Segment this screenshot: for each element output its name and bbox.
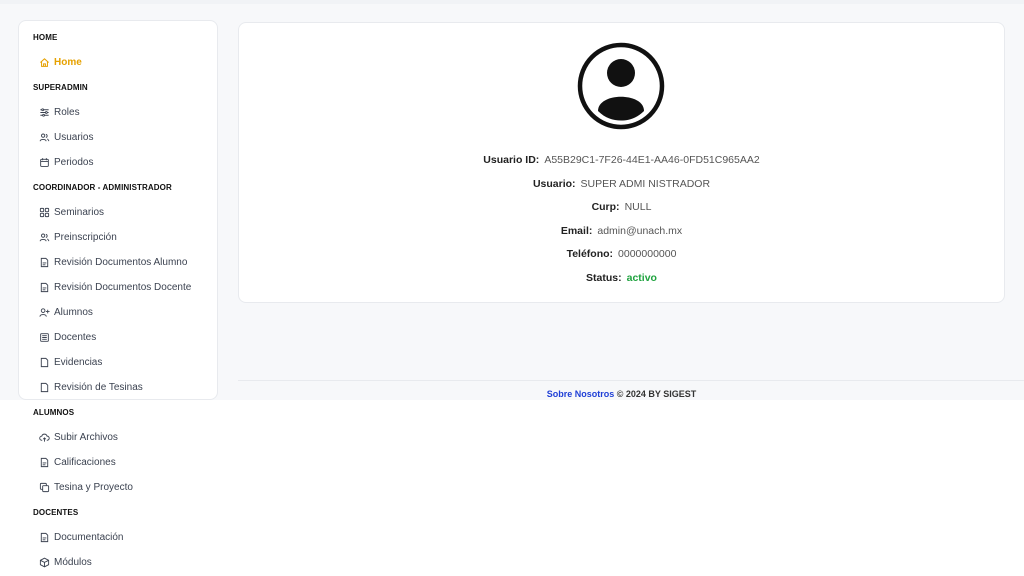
sidebar-item-revision-docente[interactable]: Revisión Documentos Docente: [39, 279, 191, 295]
sidebar-item-tesina-proyecto[interactable]: Tesina y Proyecto: [39, 479, 133, 495]
users-icon: [39, 233, 50, 241]
phone-value: 0000000000: [618, 248, 677, 260]
sidebar-item-home[interactable]: Home: [39, 54, 82, 70]
section-superadmin: SUPERADMIN: [33, 83, 88, 92]
sidebar-item-preinscripcion[interactable]: Preinscripción: [39, 229, 117, 245]
cloud-upload-icon: [39, 433, 50, 442]
footer-copyright: © 2024 BY SIGEST: [614, 389, 697, 399]
file-icon: [40, 382, 49, 392]
grid-icon: [39, 207, 50, 217]
document-icon: [40, 282, 49, 292]
user-avatar-icon: [577, 42, 665, 130]
cube-icon: [39, 557, 50, 567]
section-home: HOME: [33, 33, 58, 42]
phone-label: Teléfono:: [566, 248, 614, 260]
sidebar-item-label: Documentación: [54, 531, 124, 543]
sidebar-item-subir-archivos[interactable]: Subir Archivos: [39, 429, 118, 445]
footer-divider: [238, 380, 1024, 381]
users-icon: [39, 133, 50, 141]
about-us-link[interactable]: Sobre Nosotros: [547, 389, 615, 399]
info-phone: Teléfono: 0000000000: [238, 248, 1005, 260]
sidebar-item-revision-tesinas[interactable]: Revisión de Tesinas: [39, 379, 143, 395]
user-id-value: A55B29C1-7F26-44E1-AA46-0FD51C965AA2: [544, 154, 760, 166]
sliders-icon: [40, 107, 49, 117]
copy-icon: [39, 482, 50, 492]
user-value: SUPER ADMI NISTRADOR: [580, 178, 711, 190]
file-icon: [40, 357, 49, 367]
document-icon: [40, 257, 49, 267]
sidebar-item-revision-alumno[interactable]: Revisión Documentos Alumno: [39, 254, 187, 270]
info-user-id: Usuario ID: A55B29C1-7F26-44E1-AA46-0FD51…: [238, 154, 1005, 166]
document-icon: [40, 457, 49, 467]
sidebar-item-label: Módulos: [54, 556, 92, 568]
sidebar-item-docentes[interactable]: Docentes: [39, 329, 96, 345]
section-alumnos: ALUMNOS: [33, 408, 75, 417]
sidebar-item-label: Revisión Documentos Alumno: [54, 256, 188, 268]
sidebar-item-label: Preinscripción: [54, 231, 117, 243]
section-docentes: DOCENTES: [33, 508, 79, 517]
sidebar-item-label: Alumnos: [54, 306, 93, 318]
email-label: Email:: [560, 225, 593, 237]
sidebar-item-roles[interactable]: Roles: [39, 104, 80, 120]
sidebar-item-label: Docentes: [54, 331, 97, 343]
sidebar-item-usuarios[interactable]: Usuarios: [39, 129, 93, 145]
status-badge: activo: [626, 272, 657, 284]
sidebar-item-label: Revisión Documentos Docente: [54, 281, 192, 293]
info-email: Email: admin@unach.mx: [238, 225, 1005, 237]
calendar-icon: [40, 157, 49, 167]
sidebar-item-label: Home: [54, 56, 82, 68]
info-status: Status: activo: [238, 272, 1005, 284]
sidebar-item-evidencias[interactable]: Evidencias: [39, 354, 102, 370]
sidebar-item-label: Tesina y Proyecto: [54, 481, 133, 493]
sidebar-item-label: Roles: [54, 106, 80, 118]
sidebar-item-periodos[interactable]: Periodos: [39, 154, 93, 170]
list-box-icon: [40, 332, 49, 342]
user-label: Usuario:: [532, 178, 576, 190]
sidebar-item-seminarios[interactable]: Seminarios: [39, 204, 104, 220]
email-value: admin@unach.mx: [597, 225, 683, 237]
sidebar-item-label: Subir Archivos: [54, 431, 118, 443]
curp-label: Curp:: [591, 201, 620, 213]
sidebar-item-modulos[interactable]: Módulos: [39, 554, 92, 570]
info-curp: Curp: NULL: [238, 201, 1005, 213]
user-id-label: Usuario ID:: [483, 154, 540, 166]
sidebar-item-label: Seminarios: [54, 206, 105, 218]
footer: Sobre Nosotros © 2024 BY SIGEST: [238, 389, 1005, 399]
sidebar-item-label: Revisión de Tesinas: [54, 381, 143, 393]
sidebar-item-label: Calificaciones: [54, 456, 116, 468]
sidebar-item-documentacion[interactable]: Documentación: [39, 529, 123, 545]
house-icon: [40, 57, 49, 67]
section-coordinador: COORDINADOR - ADMINISTRADOR: [33, 183, 172, 192]
curp-value: NULL: [624, 201, 652, 213]
sidebar-item-label: Usuarios: [54, 131, 94, 143]
status-label: Status:: [586, 272, 622, 284]
sidebar-item-label: Periodos: [54, 156, 94, 168]
user-plus-icon: [39, 307, 50, 317]
sidebar-item-calificaciones[interactable]: Calificaciones: [39, 454, 116, 470]
sidebar-item-label: Evidencias: [54, 356, 103, 368]
document-icon: [40, 532, 49, 542]
info-user: Usuario: SUPER ADMI NISTRADOR: [238, 178, 1005, 190]
sidebar-item-alumnos[interactable]: Alumnos: [39, 304, 93, 320]
